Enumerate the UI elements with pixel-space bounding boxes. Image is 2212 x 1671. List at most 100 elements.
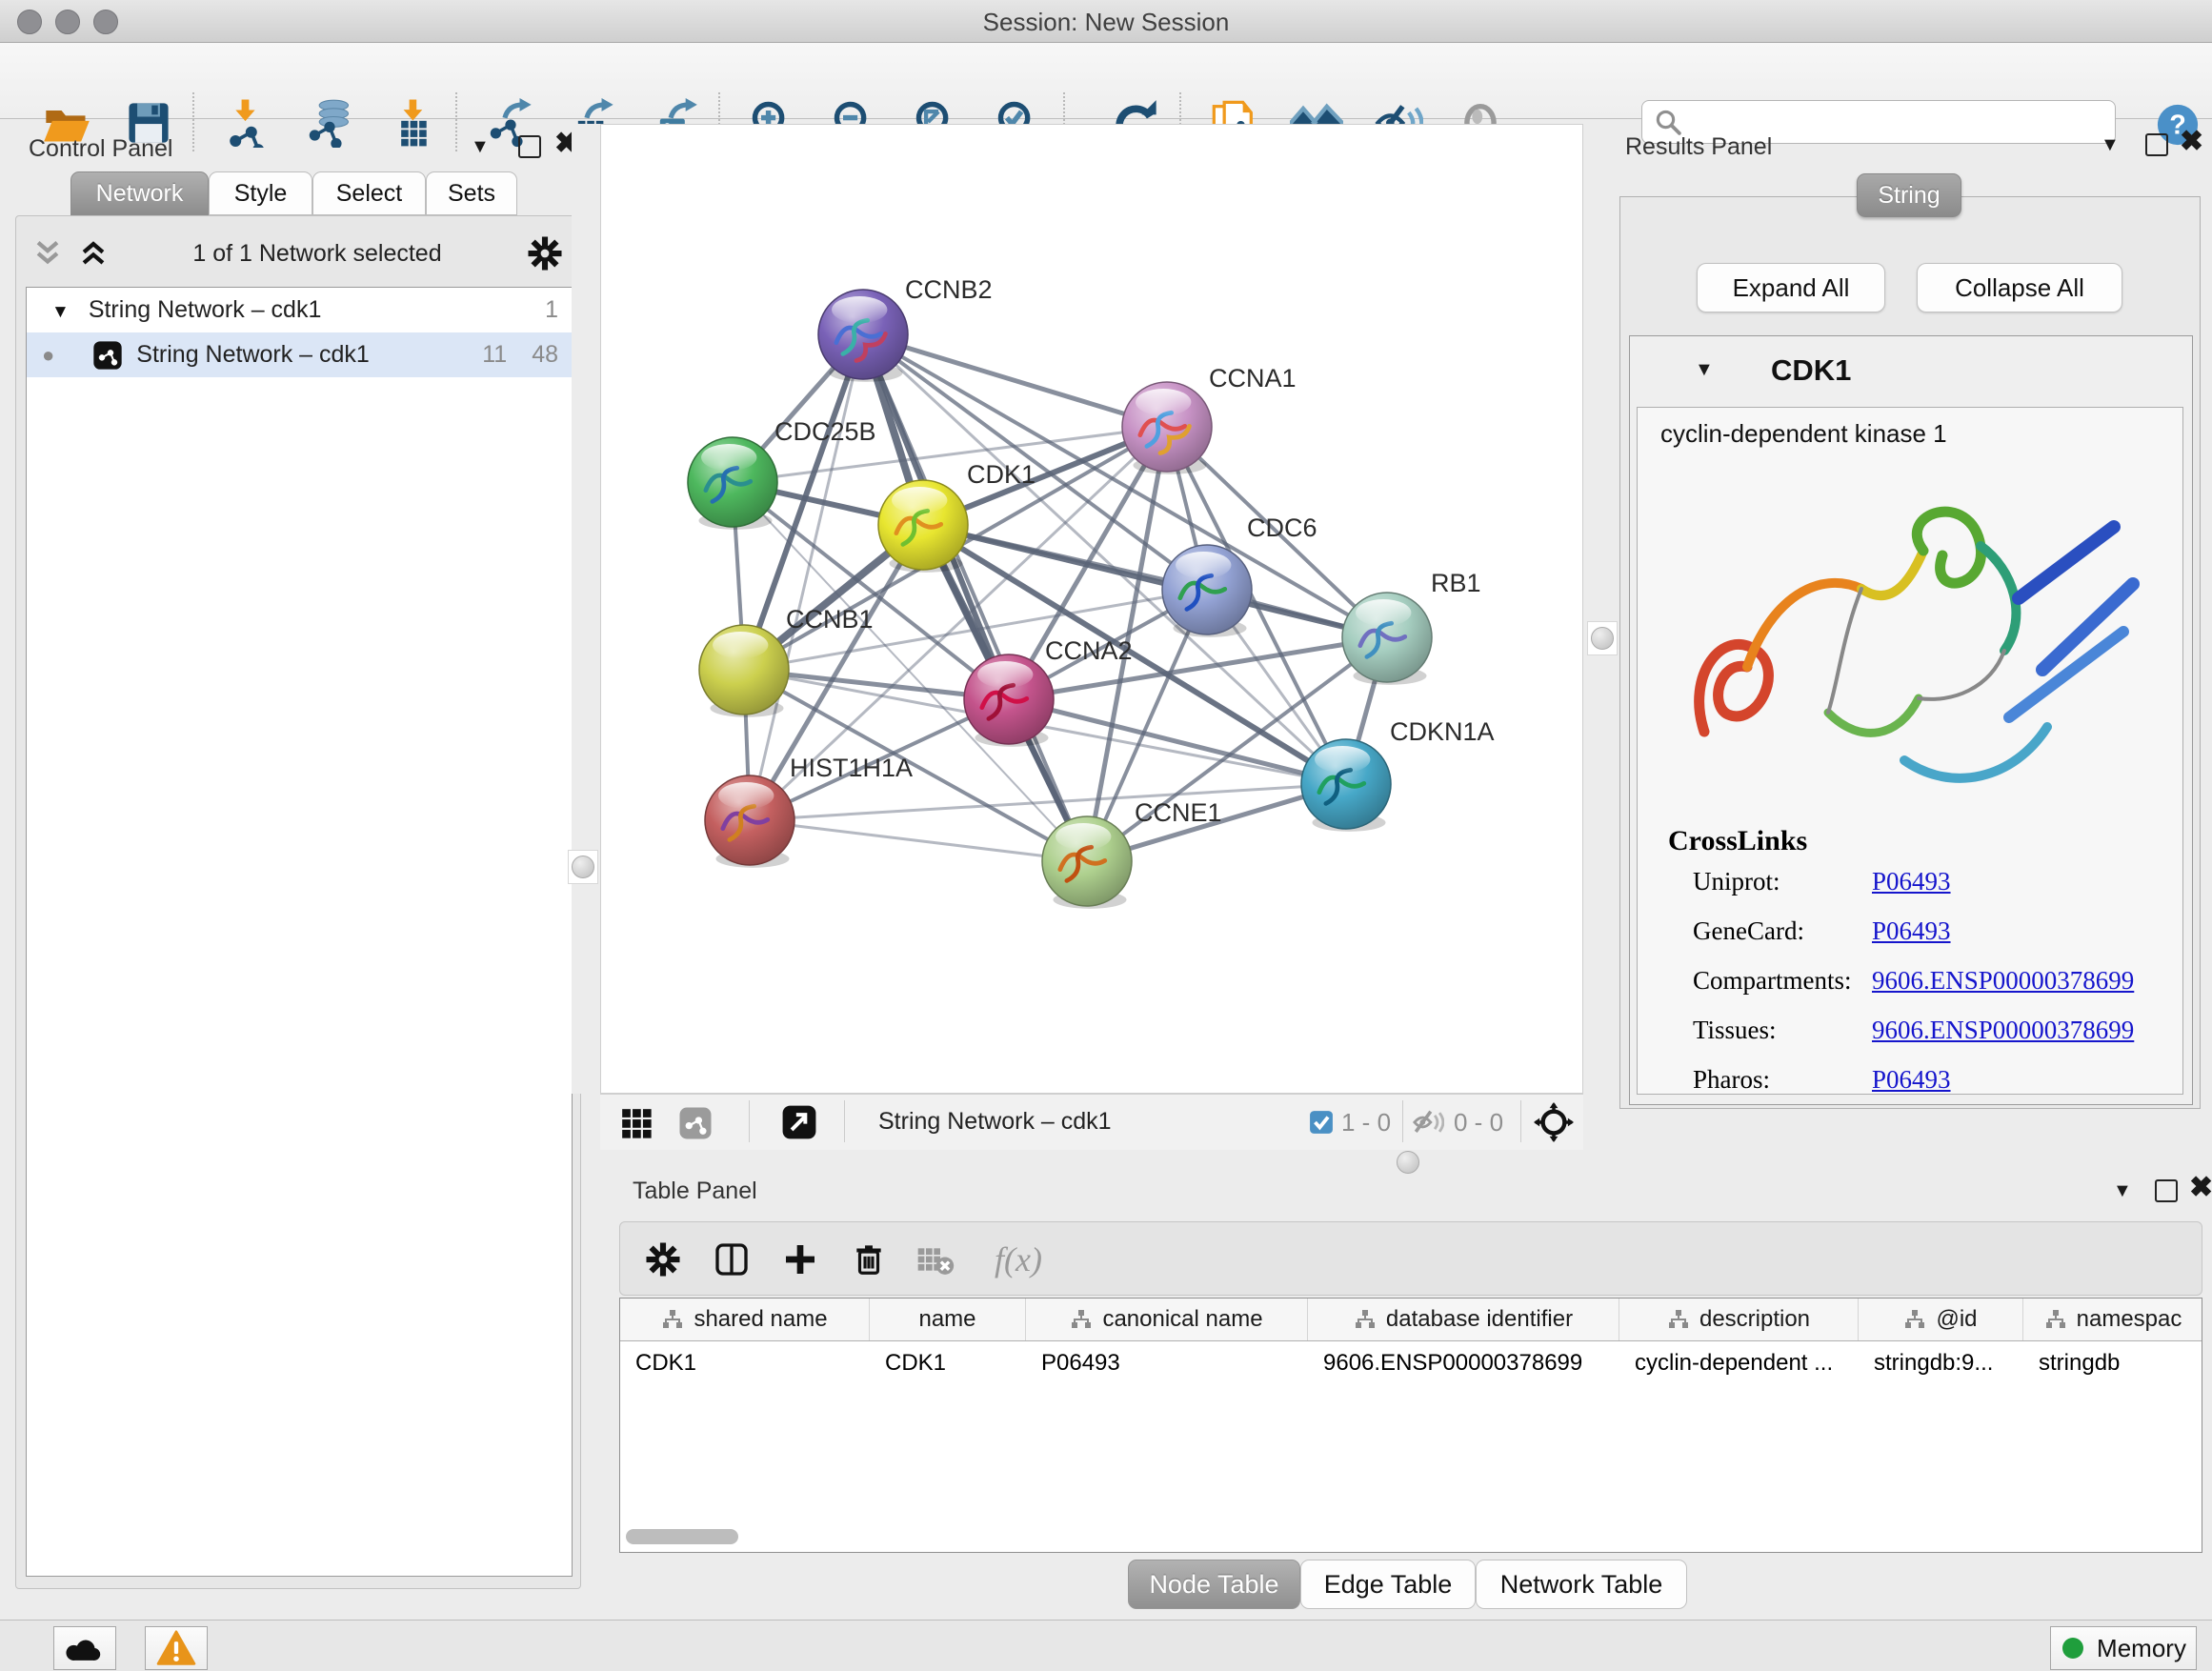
column-type-icon	[661, 1308, 684, 1331]
table-settings-gear-icon[interactable]	[639, 1236, 687, 1283]
network-list-toolbar: 1 of 1 Network selected	[31, 230, 565, 277]
column-type-icon	[1354, 1308, 1377, 1331]
table-cell[interactable]: P06493	[1026, 1350, 1308, 1377]
network-edge[interactable]	[750, 820, 1087, 861]
network-tree-row[interactable]: ▼ String Network – cdk1 1	[27, 288, 572, 332]
network-edge[interactable]	[863, 334, 1087, 861]
network-node-rb1[interactable]	[1342, 593, 1432, 685]
column-header-name[interactable]: name	[870, 1299, 1026, 1340]
network-edge[interactable]	[750, 784, 1346, 820]
birdseye-grid-icon[interactable]	[619, 1106, 655, 1142]
crosslink-link[interactable]: P06493	[1872, 1065, 1951, 1095]
crosslink-link[interactable]: 9606.ENSP00000378699	[1872, 1016, 2134, 1045]
add-column-icon[interactable]	[776, 1236, 824, 1283]
node-count: 11	[482, 341, 507, 369]
show-columns-icon[interactable]	[708, 1236, 755, 1283]
crosslink-link[interactable]: 9606.ENSP00000378699	[1872, 966, 2134, 996]
control-panel-content: 1 of 1 Network selected ▼ String Network…	[15, 215, 581, 1589]
tab-edge-table[interactable]: Edge Table	[1300, 1560, 1476, 1609]
window-title: Session: New Session	[0, 8, 2212, 37]
crosslink-row: Tissues: 9606.ENSP00000378699	[1638, 1016, 2182, 1048]
status-bar: Memory	[0, 1620, 2212, 1671]
results-panel-title: Results Panel	[1625, 133, 1772, 161]
splitter-knob[interactable]	[1397, 1151, 1419, 1174]
collapse-all-icon[interactable]	[31, 237, 64, 270]
collapse-all-button[interactable]: Collapse All	[1917, 263, 2122, 312]
network-tree-row[interactable]: ● String Network – cdk1 11 48	[27, 332, 572, 377]
cloud-status-button[interactable]	[53, 1626, 116, 1670]
network-label: String Network – cdk1	[136, 341, 370, 369]
network-node-ccnb1[interactable]	[699, 625, 789, 717]
edge-count: 48	[532, 341, 558, 369]
expand-all-button[interactable]: Expand All	[1697, 263, 1885, 312]
results-panel-float-icon[interactable]: ▼	[2101, 133, 2120, 156]
results-panel-maximize-icon[interactable]	[2145, 133, 2168, 156]
network-node-ccna1[interactable]	[1122, 382, 1212, 474]
memory-button[interactable]: Memory	[2050, 1626, 2197, 1670]
network-edges	[733, 334, 1387, 861]
crosslink-link[interactable]: P06493	[1872, 867, 1951, 896]
protein-structure-image	[1666, 455, 2162, 817]
delete-column-icon[interactable]	[845, 1236, 893, 1283]
hidden-counts: 0 - 0	[1454, 1108, 1503, 1137]
tab-sets[interactable]: Sets	[426, 171, 517, 215]
network-node-ccne1[interactable]	[1042, 816, 1132, 909]
network-graph[interactable]: CCNB2CCNA1CDC25BCDK1CDC6RB1CCNB1CCNA2CDK…	[601, 125, 1582, 1093]
selected-checkbox-icon[interactable]	[1309, 1110, 1334, 1135]
horizontal-scrollbar[interactable]	[626, 1529, 738, 1544]
column-header-shared-name[interactable]: shared name	[620, 1299, 870, 1340]
tab-select[interactable]: Select	[312, 171, 426, 215]
node-label: CDC6	[1247, 513, 1317, 542]
network-canvas[interactable]: CCNB2CCNA1CDC25BCDK1CDC6RB1CCNB1CCNA2CDK…	[600, 124, 1583, 1094]
network-collection-label: String Network – cdk1	[89, 296, 322, 324]
gene-section-header[interactable]: ▼ CDK1	[1630, 336, 2192, 405]
network-edge[interactable]	[750, 334, 863, 820]
table-cell[interactable]: 9606.ENSP00000378699	[1308, 1350, 1619, 1377]
column-header-canonical-name[interactable]: canonical name	[1026, 1299, 1308, 1340]
export-view-icon[interactable]	[781, 1104, 817, 1140]
splitter-knob[interactable]	[1591, 627, 1614, 650]
gene-section: ▼ CDK1 cyclin-dependent kinase 1	[1629, 335, 2193, 1105]
string-network-badge-icon[interactable]	[678, 1106, 713, 1140]
results-panel-close-icon[interactable]: ✖	[2180, 130, 2203, 154]
move-crosshair-icon[interactable]	[1534, 1102, 1574, 1142]
crosslink-link[interactable]: P06493	[1872, 916, 1951, 946]
tab-string[interactable]: String	[1857, 173, 1961, 217]
warning-icon	[156, 1630, 196, 1666]
warnings-button[interactable]	[145, 1626, 208, 1670]
tab-network[interactable]: Network	[70, 171, 209, 215]
control-panel-maximize-icon[interactable]	[518, 135, 541, 158]
network-node-ccna2[interactable]	[964, 654, 1054, 747]
vertical-splitter-left[interactable]	[572, 124, 600, 1094]
function-builder-icon: f(x)	[980, 1236, 1056, 1283]
table-cell[interactable]: CDK1	[870, 1350, 1026, 1377]
network-edge[interactable]	[863, 334, 1167, 427]
network-node-cdkn1a[interactable]	[1301, 739, 1391, 832]
vertical-splitter-right[interactable]	[1583, 124, 1619, 1094]
expand-collapse-icon[interactable]: ▼	[51, 296, 70, 324]
title-bar: Session: New Session	[0, 0, 2212, 43]
network-node-cdc6[interactable]	[1162, 545, 1252, 637]
splitter-knob[interactable]	[572, 856, 594, 878]
tab-style[interactable]: Style	[209, 171, 312, 215]
node-label: CDK1	[967, 460, 1036, 489]
network-node-cdc25b[interactable]	[688, 437, 777, 530]
node-label: CCNA1	[1209, 364, 1297, 393]
collapse-section-icon[interactable]: ▼	[1695, 359, 1714, 381]
crosslink-row: Compartments: 9606.ENSP00000378699	[1638, 966, 2182, 998]
node-label: CDC25B	[774, 417, 876, 446]
node-label: CCNB2	[905, 275, 993, 304]
control-panel-float-icon[interactable]: ▼	[471, 135, 490, 158]
table-cell[interactable]: CDK1	[620, 1350, 870, 1377]
selected-counts: 1 - 0	[1341, 1108, 1391, 1137]
network-node-hist1h1a[interactable]	[705, 775, 794, 868]
gear-icon[interactable]	[525, 233, 565, 273]
column-type-icon	[1070, 1308, 1093, 1331]
column-header-database-identifier[interactable]: database identifier	[1308, 1299, 1619, 1340]
hidden-eye-icon	[1412, 1106, 1444, 1138]
node-label: CCNB1	[786, 605, 874, 634]
memory-status-icon	[2061, 1636, 2085, 1661]
tab-node-table[interactable]: Node Table	[1128, 1560, 1300, 1609]
expand-all-icon[interactable]	[77, 237, 110, 270]
network-node-cdk1[interactable]	[878, 480, 968, 573]
